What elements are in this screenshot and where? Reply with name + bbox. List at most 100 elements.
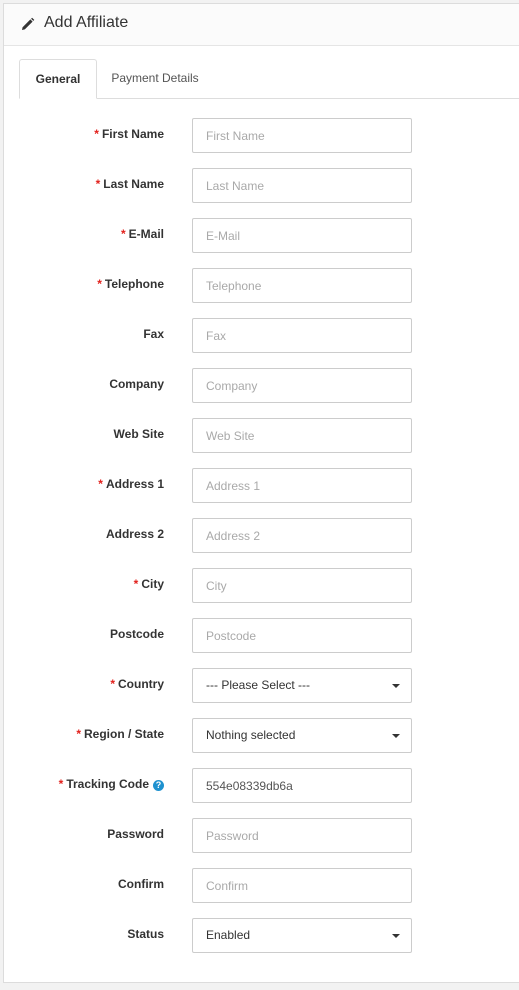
- address2-field: [192, 518, 412, 553]
- lastname-label-text: Last Name: [103, 177, 164, 191]
- country-select[interactable]: --- Please Select ---: [192, 668, 412, 703]
- telephone-input[interactable]: [193, 269, 411, 302]
- form-row-lastname: * Last Name: [4, 168, 519, 203]
- form-row-tracking: * Tracking Code?: [4, 768, 519, 803]
- password-input[interactable]: [193, 819, 411, 852]
- postcode-label-text: Postcode: [109, 627, 164, 641]
- email-input[interactable]: [193, 219, 411, 252]
- company-label: Company: [109, 368, 164, 403]
- caret-down-icon: [392, 734, 400, 738]
- city-field: [192, 568, 412, 603]
- fax-field: [192, 318, 412, 353]
- address2-input[interactable]: [193, 519, 411, 552]
- city-label-text: City: [141, 577, 164, 591]
- required-marker: *: [58, 777, 64, 791]
- address1-label-text: Address 1: [105, 477, 164, 491]
- lastname-field: [192, 168, 412, 203]
- country-label-text: Country: [118, 677, 164, 691]
- firstname-label: * First Name: [94, 118, 164, 153]
- confirm-label-text: Confirm: [118, 877, 164, 891]
- required-marker: *: [110, 677, 115, 691]
- required-marker: *: [76, 727, 81, 741]
- form-row-postcode: Postcode: [4, 618, 519, 653]
- required-marker: *: [120, 227, 126, 241]
- required-marker: *: [94, 127, 99, 141]
- website-label: Web Site: [114, 418, 164, 453]
- lastname-label: * Last Name: [96, 168, 164, 203]
- confirm-input[interactable]: [193, 869, 411, 902]
- city-input[interactable]: [193, 569, 411, 602]
- website-field: [192, 418, 412, 453]
- form-row-company: Company: [4, 368, 519, 403]
- country-selected-value: --- Please Select ---: [206, 678, 311, 692]
- lastname-input[interactable]: [193, 169, 411, 202]
- email-label-text: E-Mail: [128, 227, 164, 241]
- status-select[interactable]: Enabled: [192, 918, 412, 953]
- tracking-input[interactable]: [193, 769, 411, 802]
- email-label: * E-Mail: [121, 218, 164, 253]
- form-row-telephone: * Telephone: [4, 268, 519, 303]
- page-title: Add Affiliate: [44, 14, 129, 31]
- fax-input[interactable]: [193, 319, 411, 352]
- tab-general[interactable]: General: [19, 59, 97, 99]
- password-field: [192, 818, 412, 853]
- form-row-address1: * Address 1: [4, 468, 519, 503]
- form-row-website: Web Site: [4, 418, 519, 453]
- form-row-region: * Region / State Nothing selected: [4, 718, 519, 753]
- firstname-input[interactable]: [193, 119, 411, 152]
- pencil-icon: [20, 17, 35, 32]
- caret-down-icon: [392, 684, 400, 688]
- company-field: [192, 368, 412, 403]
- form-row-email: * E-Mail: [4, 218, 519, 253]
- form-row-country: * Country --- Please Select ---: [4, 668, 519, 703]
- telephone-label-text: Telephone: [104, 277, 164, 291]
- form-row-firstname: * First Name: [4, 118, 519, 153]
- status-label-text: Status: [127, 927, 164, 941]
- company-label-text: Company: [109, 377, 164, 391]
- status-label: Status: [127, 918, 164, 953]
- required-marker: *: [97, 277, 102, 291]
- company-input[interactable]: [193, 369, 411, 402]
- add-affiliate-panel: Add Affiliate General Payment Details * F…: [3, 3, 519, 983]
- telephone-label: * Telephone: [97, 268, 164, 303]
- region-label: * Region / State: [76, 718, 164, 753]
- address1-input[interactable]: [193, 469, 411, 502]
- postcode-label: Postcode: [110, 618, 164, 653]
- password-label: Password: [107, 818, 164, 853]
- tab-bar: General Payment Details: [19, 59, 519, 99]
- tab-payment-details[interactable]: Payment Details: [110, 59, 200, 98]
- help-icon[interactable]: ?: [153, 780, 164, 791]
- form-row-confirm: Confirm: [4, 868, 519, 903]
- password-label-text: Password: [107, 827, 164, 841]
- address1-label: * Address 1: [98, 468, 164, 503]
- form-row-address2: Address 2: [4, 518, 519, 553]
- required-marker: *: [133, 577, 139, 591]
- country-label: * Country: [110, 668, 164, 703]
- region-selected-value: Nothing selected: [206, 728, 296, 742]
- required-marker: *: [95, 177, 101, 191]
- city-label: * City: [134, 568, 164, 603]
- fax-label: Fax: [143, 318, 164, 353]
- region-label-text: Region / State: [83, 727, 164, 741]
- email-field: [192, 218, 412, 253]
- telephone-field: [192, 268, 412, 303]
- confirm-field: [192, 868, 412, 903]
- tracking-label: * Tracking Code?: [59, 768, 164, 803]
- form-row-password: Password: [4, 818, 519, 853]
- website-input[interactable]: [193, 419, 411, 452]
- tracking-field: [192, 768, 412, 803]
- postcode-input[interactable]: [193, 619, 411, 652]
- status-selected-value: Enabled: [206, 928, 251, 942]
- postcode-field: [192, 618, 412, 653]
- confirm-label: Confirm: [118, 868, 164, 903]
- address2-label-text: Address 2: [105, 527, 164, 541]
- region-select[interactable]: Nothing selected: [192, 718, 412, 753]
- form-row-city: * City: [4, 568, 519, 603]
- required-marker: *: [98, 477, 103, 491]
- fax-label-text: Fax: [143, 327, 164, 341]
- firstname-field: [192, 118, 412, 153]
- form-row-fax: Fax: [4, 318, 519, 353]
- address2-label: Address 2: [106, 518, 164, 553]
- firstname-label-text: First Name: [101, 127, 164, 141]
- website-label-text: Web Site: [113, 427, 164, 441]
